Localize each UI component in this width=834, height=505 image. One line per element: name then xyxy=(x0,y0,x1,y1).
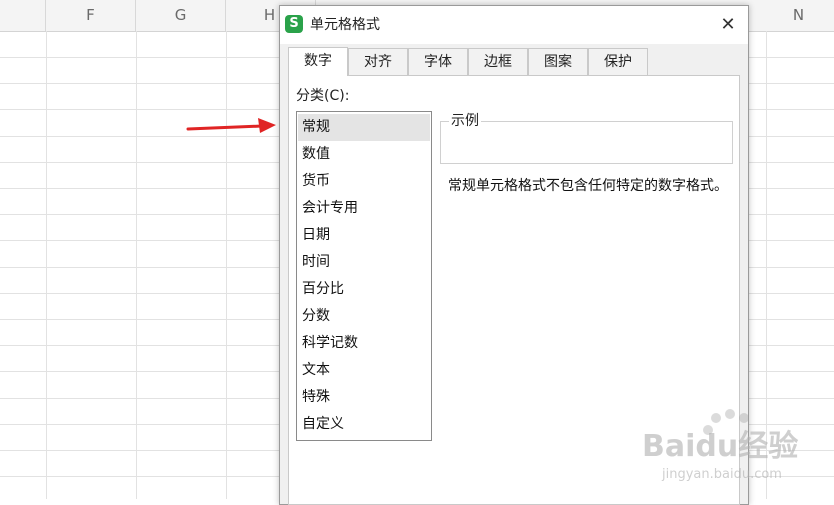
arrow-head xyxy=(258,118,276,133)
column-header-g[interactable]: G xyxy=(136,0,226,31)
category-item-currency[interactable]: 货币 xyxy=(298,168,430,195)
column-label: G xyxy=(174,6,187,24)
category-item-number[interactable]: 数值 xyxy=(298,141,430,168)
column-gridline xyxy=(226,31,227,499)
paw-toe-icon xyxy=(725,409,735,419)
category-item-custom[interactable]: 自定义 xyxy=(298,411,430,438)
arrow-shaft xyxy=(186,124,264,131)
category-item-scientific[interactable]: 科学记数 xyxy=(298,330,430,357)
close-button[interactable]: ✕ xyxy=(717,14,739,36)
column-gridline xyxy=(46,31,47,499)
column-header-e[interactable]: E xyxy=(0,0,46,31)
category-description: 常规单元格格式不包含任何特定的数字格式。 xyxy=(448,178,728,194)
category-item-general[interactable]: 常规 xyxy=(298,114,430,141)
tab-pattern[interactable]: 图案 xyxy=(528,48,588,75)
tab-border[interactable]: 边框 xyxy=(468,48,528,75)
category-item-percentage[interactable]: 百分比 xyxy=(298,276,430,303)
category-item-special[interactable]: 特殊 xyxy=(298,384,430,411)
category-item-date[interactable]: 日期 xyxy=(298,222,430,249)
category-listbox[interactable]: 常规 数值 货币 会计专用 日期 时间 百分比 分数 科学记数 文本 特殊 自定… xyxy=(296,111,432,441)
paw-toe-icon xyxy=(739,413,749,423)
column-header-f[interactable]: F xyxy=(46,0,136,31)
paw-toe-icon xyxy=(711,413,721,423)
column-label: N xyxy=(792,6,805,24)
dialog-titlebar[interactable]: S 单元格格式 ✕ xyxy=(280,6,748,44)
column-label: H xyxy=(263,6,276,24)
tab-font[interactable]: 字体 xyxy=(408,48,468,75)
red-arrow-annotation xyxy=(186,118,276,133)
column-header-n[interactable]: N xyxy=(766,0,834,31)
watermark-brand: Baidu经验 xyxy=(642,429,798,464)
column-gridline xyxy=(136,31,137,499)
baidu-jingyan-watermark: Baidu经验 jingyan.baidu.com xyxy=(642,409,798,482)
tab-alignment[interactable]: 对齐 xyxy=(348,48,408,75)
category-item-time[interactable]: 时间 xyxy=(298,249,430,276)
category-label: 分类(C): xyxy=(296,88,350,104)
tab-number[interactable]: 数字 xyxy=(288,47,348,76)
column-label: F xyxy=(86,6,95,24)
category-item-accounting[interactable]: 会计专用 xyxy=(298,195,430,222)
category-item-fraction[interactable]: 分数 xyxy=(298,303,430,330)
watermark-url: jingyan.baidu.com xyxy=(661,467,782,482)
sample-groupbox: 示例 xyxy=(440,112,733,164)
tab-protection[interactable]: 保护 xyxy=(588,48,648,75)
wps-app-icon: S xyxy=(285,15,303,33)
dialog-title: 单元格格式 xyxy=(310,17,380,33)
sample-label: 示例 xyxy=(449,112,481,130)
category-item-text[interactable]: 文本 xyxy=(298,357,430,384)
